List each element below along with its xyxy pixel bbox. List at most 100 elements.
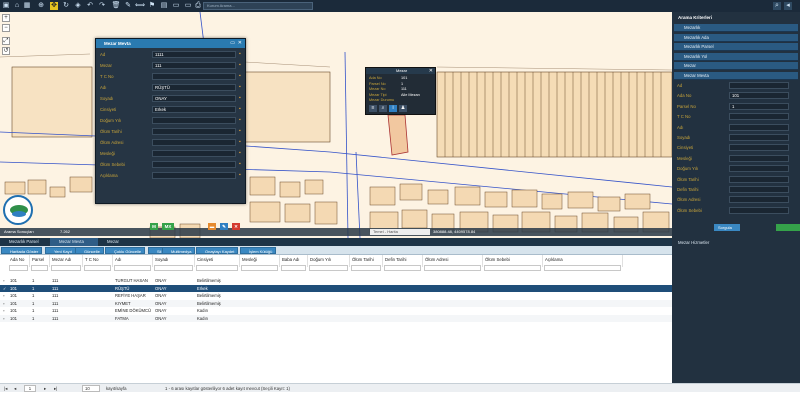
folder-icon[interactable]: ▬ xyxy=(208,223,216,230)
criteria-item[interactable]: Mezar xyxy=(674,62,798,70)
edit-icon[interactable]: ✎ xyxy=(220,223,228,230)
clear-icon[interactable]: ▪ xyxy=(239,107,243,112)
column-filter-input[interactable] xyxy=(424,265,481,271)
criteria-input[interactable] xyxy=(729,123,789,131)
update-button[interactable]: Güncelle xyxy=(75,247,104,254)
column-filter-input[interactable] xyxy=(114,265,151,271)
checkbox[interactable]: ▫ xyxy=(1,277,7,284)
column-filter-input[interactable] xyxy=(309,265,348,271)
criteria-input[interactable] xyxy=(729,186,789,193)
criteria-item[interactable]: Mezarlık Yol xyxy=(674,52,798,61)
checkbox[interactable]: ▫ xyxy=(1,307,7,314)
zoom-out-icon[interactable]: − xyxy=(2,24,10,32)
field-input[interactable] xyxy=(152,139,236,146)
flag-icon[interactable]: ⚑ xyxy=(148,2,156,10)
save-icon[interactable]: ▣ xyxy=(2,2,10,10)
criteria-input[interactable] xyxy=(729,206,789,214)
column-filter-input[interactable] xyxy=(154,265,193,271)
column-filter-input[interactable] xyxy=(51,265,81,271)
checkbox[interactable]: ▫ xyxy=(1,292,7,299)
clear-icon[interactable]: ▪ xyxy=(239,173,243,178)
search-results-tab[interactable]: Arama Sonuçları xyxy=(2,229,34,235)
column-filter-input[interactable] xyxy=(9,265,28,271)
column-filter-input[interactable] xyxy=(384,265,421,271)
close-icon[interactable]: ✕ xyxy=(429,68,433,74)
field-input[interactable]: Erkek xyxy=(152,106,236,113)
column-filter-input[interactable] xyxy=(84,265,111,271)
clear-icon[interactable]: ▪ xyxy=(239,85,243,90)
table-row[interactable]: ▫ 101 1 111 KIYMET ONAY Belirtilmemiş xyxy=(0,299,672,307)
criteria-input[interactable]: 1 xyxy=(729,102,789,110)
collapse-icon[interactable]: ◂ xyxy=(784,2,792,10)
close-icon[interactable]: ✕ xyxy=(238,40,242,46)
approve-save-button[interactable]: Onaylayı Kaydet xyxy=(196,247,239,254)
zoom-in-icon[interactable]: + xyxy=(2,14,10,22)
person-icon[interactable]: ♟ xyxy=(399,105,407,112)
new-record-button[interactable]: Yeni Kayıt xyxy=(45,247,76,254)
tab-mezar-mevta[interactable]: Mezar Mevta xyxy=(50,238,98,246)
field-input[interactable]: 111 xyxy=(152,62,236,69)
fullscreen-icon[interactable]: ⤢ xyxy=(2,37,10,45)
clear-icon[interactable]: ▪ xyxy=(239,129,243,134)
rotate-icon[interactable]: ↺ xyxy=(2,47,10,55)
delete-icon[interactable]: ✕ xyxy=(232,223,240,230)
page-size-select[interactable]: 10 xyxy=(82,385,100,392)
table-row[interactable]: ▫ 101 1 111 TURGUT HASAN ONAY Belirtilmemiş xyxy=(0,277,672,284)
info-icon[interactable]: i xyxy=(389,105,397,112)
checkbox[interactable]: ▫ xyxy=(1,315,7,322)
clear-icon[interactable]: ▪ xyxy=(239,140,243,145)
criteria-item[interactable]: Mezarlık xyxy=(674,24,798,32)
column-filter-input[interactable] xyxy=(351,265,381,271)
field-input[interactable] xyxy=(152,73,236,80)
column-filter-input[interactable] xyxy=(484,265,541,271)
back-icon[interactable]: ↶ xyxy=(86,2,94,10)
layers-icon[interactable]: ◈ xyxy=(74,2,82,10)
clear-icon[interactable]: ▪ xyxy=(239,162,243,167)
search-input[interactable]: Kurum Arama... xyxy=(203,2,313,10)
minimize-icon[interactable]: ▭ xyxy=(230,40,235,46)
criteria-input[interactable] xyxy=(729,154,789,162)
criteria-input[interactable] xyxy=(729,165,789,173)
measure-icon[interactable]: ⟺ xyxy=(135,2,145,10)
calendar-icon[interactable]: ▤ xyxy=(160,2,168,10)
table-row[interactable]: ▫ 101 1 111 REFİYE HAŞAR ONAY Belirtilmemiş xyxy=(0,292,672,299)
field-input[interactable]: ONAY xyxy=(152,95,236,102)
multimedia-button[interactable]: Multimedya xyxy=(162,247,196,254)
criteria-item[interactable]: Mezarlık Parsel xyxy=(674,43,798,51)
edit-icon[interactable]: ✎ xyxy=(124,2,132,10)
zoom-in-icon[interactable]: ⊕ xyxy=(37,2,45,10)
add-button[interactable] xyxy=(776,224,800,231)
criteria-input[interactable] xyxy=(729,175,789,183)
table-row[interactable]: ▫ 101 1 111 EMİNE DÖKÜMCÜ ONAY Kadın xyxy=(0,307,672,314)
field-input[interactable] xyxy=(152,117,236,124)
forward-icon[interactable]: ↷ xyxy=(98,2,106,10)
table-row[interactable]: ▫ 101 1 111 FATMA ONAY Kadın xyxy=(0,314,672,322)
clear-icon[interactable]: ▪ xyxy=(239,63,243,68)
column-filter-input[interactable] xyxy=(281,265,306,271)
criteria-item[interactable]: Mezarlık Ada xyxy=(674,33,798,42)
clear-icon[interactable]: ▪ xyxy=(239,74,243,79)
clear-icon[interactable]: ▪ xyxy=(239,151,243,156)
criteria-item[interactable]: Mezar Mevta xyxy=(674,71,798,80)
refresh-icon[interactable]: ↻ xyxy=(62,2,70,10)
save-close-button[interactable]: MX xyxy=(162,223,174,230)
field-input[interactable] xyxy=(152,161,236,168)
save-button[interactable]: M xyxy=(150,223,158,230)
bulk-update-button[interactable]: Çoklu Güncelle xyxy=(105,247,146,254)
criteria-input[interactable] xyxy=(729,134,789,141)
criteria-input[interactable]: 101 xyxy=(729,92,789,100)
chat-icon[interactable]: ▭ xyxy=(172,2,180,10)
field-input[interactable] xyxy=(152,172,236,179)
criteria-input[interactable] xyxy=(729,82,789,89)
home-icon[interactable]: ⌂ xyxy=(13,2,21,10)
process-log-button[interactable]: İşlem Kütüğü xyxy=(240,247,277,254)
clear-icon[interactable]: ▪ xyxy=(239,118,243,123)
field-input[interactable] xyxy=(152,128,236,135)
column-filter-input[interactable] xyxy=(31,265,48,271)
tab-mezar[interactable]: Mezar xyxy=(98,238,130,246)
delete-icon[interactable]: 🗑 xyxy=(112,2,121,10)
field-input[interactable] xyxy=(152,150,236,157)
search-icon[interactable]: ⌕ xyxy=(773,2,781,10)
column-filter-input[interactable] xyxy=(196,265,238,271)
criteria-input[interactable] xyxy=(729,144,789,152)
